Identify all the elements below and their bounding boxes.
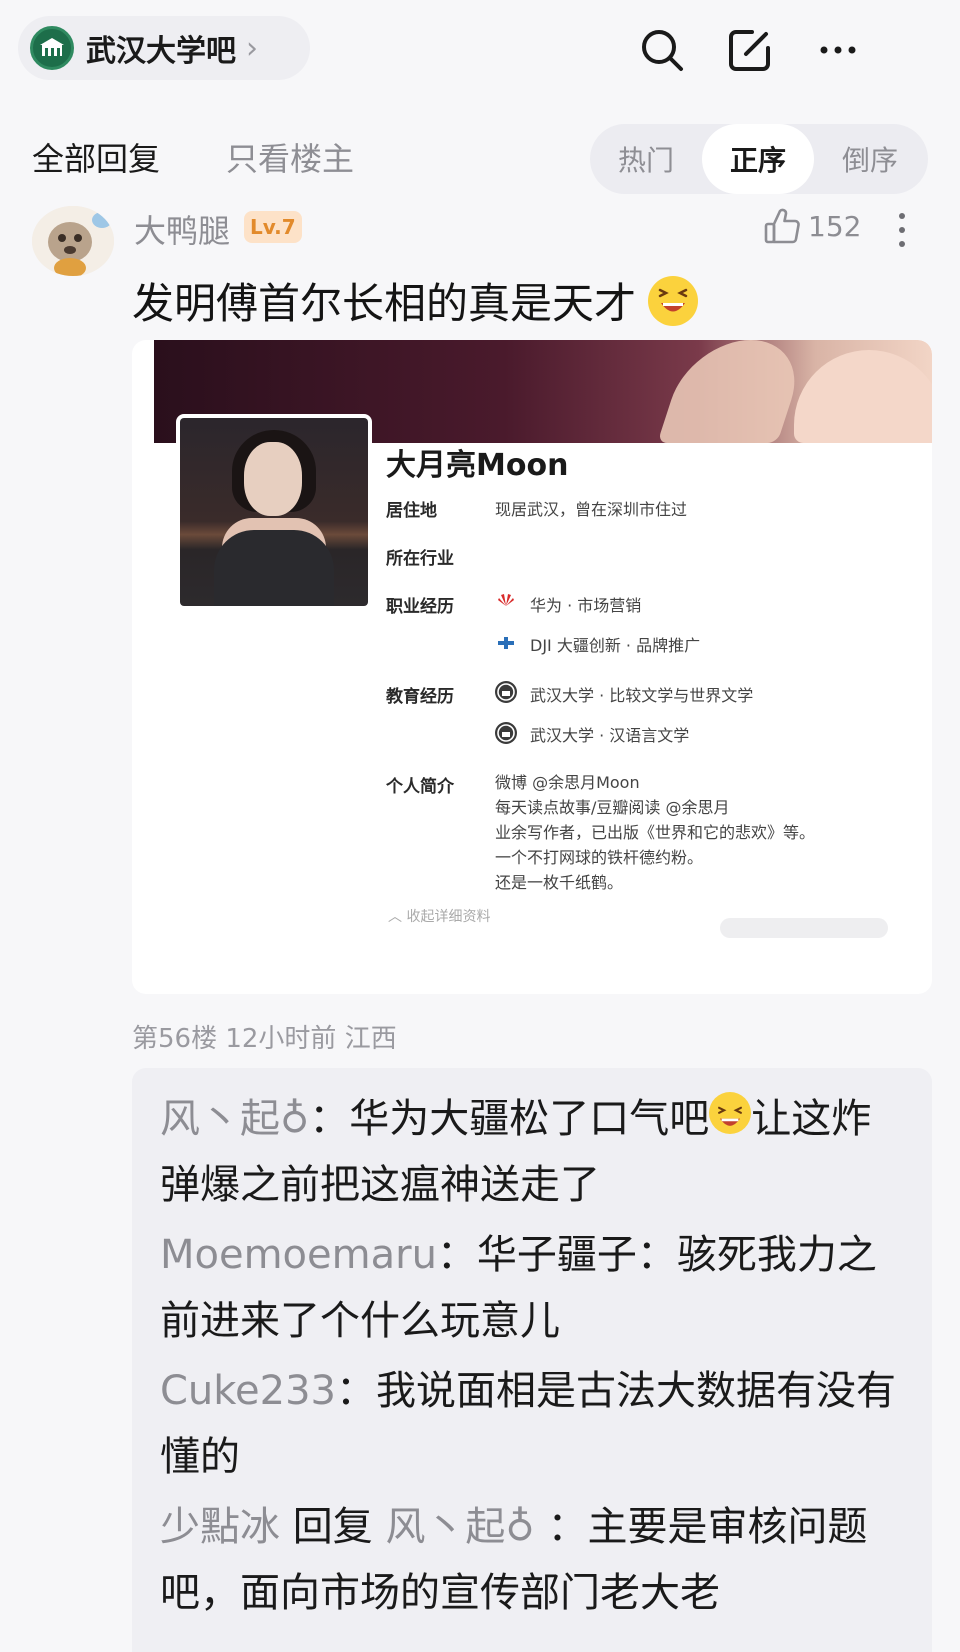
post-more-icon[interactable] (896, 210, 908, 250)
profile-photo (176, 414, 372, 610)
profile-name: 大月亮Moon (386, 448, 569, 483)
sort-ascending[interactable]: 正序 (702, 124, 814, 194)
sort-hot[interactable]: 热门 (590, 124, 702, 194)
forum-name: 武汉大学吧 (86, 34, 236, 69)
chevron-right-icon: › (246, 30, 258, 66)
thumbs-up-icon (764, 208, 800, 244)
label-residence: 居住地 (386, 501, 437, 521)
post-text: 发明傅首尔长相的真是天才 (132, 279, 637, 328)
sort-descending[interactable]: 倒序 (814, 124, 926, 194)
post-author-name[interactable]: 大鸭腿 (134, 206, 230, 252)
forum-logo-icon (30, 26, 74, 70)
bio-line: 一个不打网球的铁杆德约粉。 (495, 848, 704, 867)
level-badge: Lv.7 (244, 211, 302, 243)
bio-line: 还是一枚千纸鹤。 (495, 873, 624, 892)
label-industry: 所在行业 (386, 549, 454, 569)
reply-author[interactable]: Moemoemaru (160, 1232, 437, 1278)
sub-reply[interactable]: 少點冰 回复 风丶起♁ ：主要是审核问题吧，面向市场的宣传部门老大老 (160, 1494, 910, 1626)
blurred-watermark (720, 918, 888, 938)
reply-target[interactable]: 风丶起♁ (385, 1504, 534, 1550)
label-career: 职业经历 (386, 597, 454, 617)
sub-reply[interactable]: 风丶起♁：华为大疆松了口气吧 让这炸弹爆之前把这瘟神送走了 (160, 1086, 910, 1218)
edit-icon[interactable] (722, 22, 778, 78)
more-icon[interactable] (810, 22, 866, 78)
sub-replies-panel: 风丶起♁：华为大疆松了口气吧 让这炸弹爆之前把这瘟神送走了 Moemoemaru：… (132, 1068, 932, 1652)
forum-entry-button[interactable]: 武汉大学吧 › (18, 16, 310, 80)
value-residence: 现居武汉，曾在深圳市住过 (495, 500, 688, 519)
huawei-logo-icon (495, 591, 517, 613)
reply-author[interactable]: Cuke233 (160, 1368, 336, 1414)
education-item-1: 武汉大学 · 比较文学与世界文学 (530, 686, 754, 705)
sub-reply[interactable]: Cuke233：我说面相是古法大数据有没有懂的 (160, 1358, 910, 1490)
post-meta: 第56楼 12小时前 江西 (132, 1024, 397, 1054)
bio-text: 微博 @余思月Moon 每天读点故事/豆瓣阅读 @余思月 业余写作者，已出版《世… (495, 770, 815, 895)
bio-line: 业余写作者，已出版《世界和它的悲欢》等。 (495, 823, 816, 842)
reply-author[interactable]: 少點冰 (160, 1504, 280, 1550)
whu-logo-icon (495, 681, 517, 703)
dji-logo-icon (495, 632, 517, 654)
search-icon[interactable] (634, 22, 690, 78)
laughing-emoji-icon (648, 275, 699, 326)
top-bar: 武汉大学吧 › (0, 0, 960, 100)
tab-all-replies[interactable]: 全部回复 (32, 134, 160, 180)
collapse-details-link: ︿ 收起详细资料 (388, 909, 491, 925)
career-item-1: 华为 · 市场营销 (530, 596, 642, 615)
post-body: 发明傅首尔长相的真是天才 (132, 270, 699, 331)
education-item-2: 武汉大学 · 汉语言文学 (530, 726, 690, 745)
career-item-2: DJI 大疆创新 · 品牌推广 (530, 636, 701, 655)
sort-segmented-control: 热门 正序 倒序 (590, 124, 928, 194)
label-education: 教育经历 (386, 687, 454, 707)
bio-line: 每天读点故事/豆瓣阅读 @余思月 (495, 798, 730, 817)
sub-reply[interactable]: Moemoemaru：华子疆子：骇死我力之前进来了个什么玩意儿 (160, 1222, 910, 1354)
tab-owner-only[interactable]: 只看楼主 (226, 134, 354, 180)
avatar[interactable] (32, 206, 114, 276)
whu-logo-icon (495, 722, 517, 744)
reply-tabs: 全部回复 只看楼主 热门 正序 倒序 (0, 118, 960, 198)
laughing-emoji-icon (709, 1092, 752, 1134)
like-count: 152 (808, 209, 862, 243)
reply-author[interactable]: 风丶起♁ (160, 1096, 309, 1142)
chevron-up-icon: ︿ (388, 909, 402, 925)
bio-line: 微博 @余思月Moon (495, 773, 640, 792)
label-bio: 个人简介 (386, 777, 454, 797)
embedded-profile-image[interactable]: 大月亮Moon 居住地 现居武汉，曾在深圳市住过 所在行业 职业经历 华为 · … (132, 340, 932, 994)
like-button[interactable]: 152 (762, 206, 861, 246)
